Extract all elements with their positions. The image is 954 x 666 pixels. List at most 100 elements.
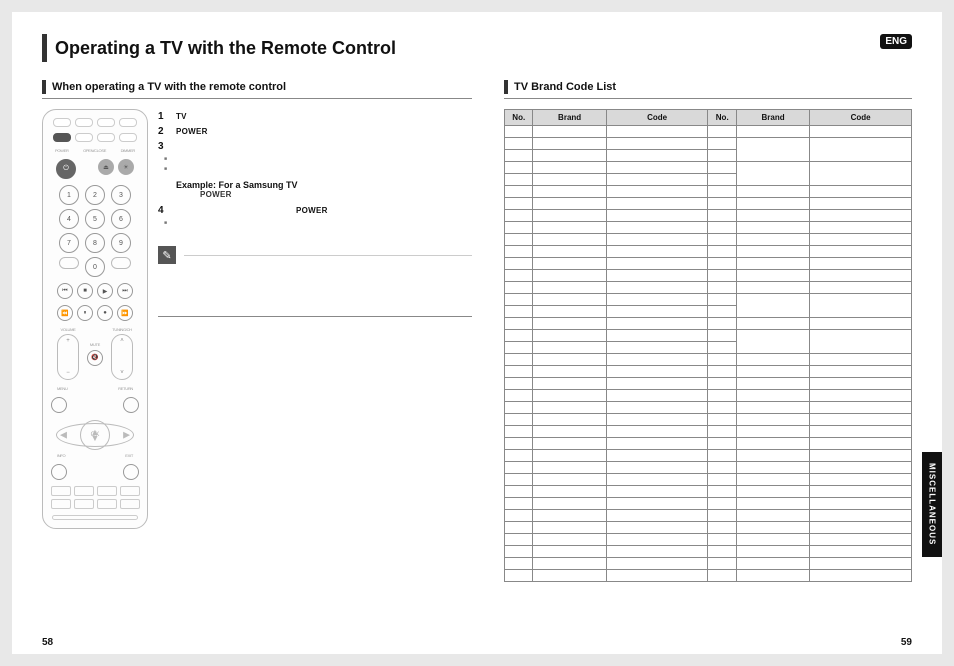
cell-no (505, 378, 533, 390)
rocker-row: VOLUME +− MUTE 🔇 TUNING/CH ˄˅ (51, 327, 139, 380)
step-3-bullet (158, 166, 472, 176)
cell-code (810, 318, 912, 330)
cell-no (708, 174, 736, 186)
return-label: RETURN (118, 386, 133, 391)
cell-no (708, 474, 736, 486)
pause-icon: ⏸ (77, 305, 93, 321)
open-close-label: OPEN/CLOSE (83, 148, 106, 153)
dpad-left-icon: ◀ (60, 429, 67, 440)
volume-label: VOLUME (60, 327, 75, 332)
cell-no (505, 186, 533, 198)
cell-brand (533, 474, 606, 486)
num-5: 5 (85, 209, 105, 229)
cell-no (708, 510, 736, 522)
cell-code (606, 462, 708, 474)
cell-brand (533, 282, 606, 294)
table-row (505, 522, 912, 534)
table-row (505, 558, 912, 570)
cell-brand (736, 534, 809, 546)
cell-brand (533, 498, 606, 510)
cell-brand (736, 570, 809, 582)
dpad-down-icon: ▼ (91, 433, 100, 443)
cell-code (606, 162, 708, 174)
cell-code (810, 126, 912, 138)
table-row (505, 378, 912, 390)
cell-code (606, 222, 708, 234)
table-row (505, 366, 912, 378)
cell-brand (736, 246, 809, 258)
table-row (505, 246, 912, 258)
cell-brand (533, 450, 606, 462)
page-number-left: 58 (42, 637, 53, 648)
num-3: 3 (111, 185, 131, 205)
cell-code (810, 258, 912, 270)
cell-code (810, 486, 912, 498)
cell-no (708, 522, 736, 534)
cell-no (708, 414, 736, 426)
mode-pill (75, 118, 93, 127)
cell-code (606, 342, 708, 354)
table-row (505, 438, 912, 450)
num-2: 2 (85, 185, 105, 205)
cell-code (606, 438, 708, 450)
menu-label: MENU (57, 386, 68, 391)
table-row (505, 414, 912, 426)
divider (42, 98, 472, 99)
cell-brand (736, 510, 809, 522)
table-row (505, 450, 912, 462)
col-code: Code (606, 110, 708, 126)
mute-column: MUTE 🔇 (87, 342, 103, 366)
mode-pill (119, 118, 137, 127)
menu-button-icon (51, 397, 67, 413)
table-row (505, 390, 912, 402)
col-no: No. (505, 110, 533, 126)
num-8: 8 (85, 233, 105, 253)
cell-code (810, 234, 912, 246)
cell-code (606, 258, 708, 270)
cell-code (810, 462, 912, 474)
cell-code (606, 450, 708, 462)
num-9: 9 (111, 233, 131, 253)
record-icon: ● (97, 305, 113, 321)
cell-code (810, 558, 912, 570)
cell-brand (533, 354, 606, 366)
cell-code (606, 426, 708, 438)
cell-brand (736, 318, 809, 330)
cell-code (810, 546, 912, 558)
cell-brand (533, 150, 606, 162)
cell-no (505, 534, 533, 546)
cell-code (606, 570, 708, 582)
cell-brand (736, 366, 809, 378)
cell-brand (533, 174, 606, 186)
cell-no (505, 222, 533, 234)
right-section-head: TV Brand Code List (504, 80, 912, 94)
remote-mode-row (51, 118, 139, 127)
cell-no (505, 510, 533, 522)
step-number: 2 (158, 126, 166, 137)
cell-code (810, 282, 912, 294)
cell-code (810, 474, 912, 486)
cell-no (505, 150, 533, 162)
mode-pill (75, 133, 93, 142)
section-accent-bar (504, 80, 508, 94)
manual-spread: Operating a TV with the Remote Control E… (12, 12, 942, 654)
cell-code (810, 390, 912, 402)
cell-code (810, 450, 912, 462)
table-row (505, 294, 912, 306)
col-brand: Brand (533, 110, 606, 126)
cell-brand (736, 270, 809, 282)
transport-row1: ⏮ ■ ▶ ⏭ (51, 283, 139, 299)
color-btn (51, 486, 71, 496)
step-4-bullet (158, 220, 472, 230)
cell-code (810, 294, 912, 318)
cell-no (708, 282, 736, 294)
info-label: INFO (57, 453, 65, 458)
table-row (505, 234, 912, 246)
step-3-bullet (158, 156, 472, 166)
aux-button-icon (111, 257, 131, 269)
step-number: 4 (158, 205, 166, 216)
cell-brand (736, 282, 809, 294)
cell-code (606, 474, 708, 486)
cell-code (810, 138, 912, 162)
two-column-layout: When operating a TV with the remote cont… (42, 80, 912, 582)
